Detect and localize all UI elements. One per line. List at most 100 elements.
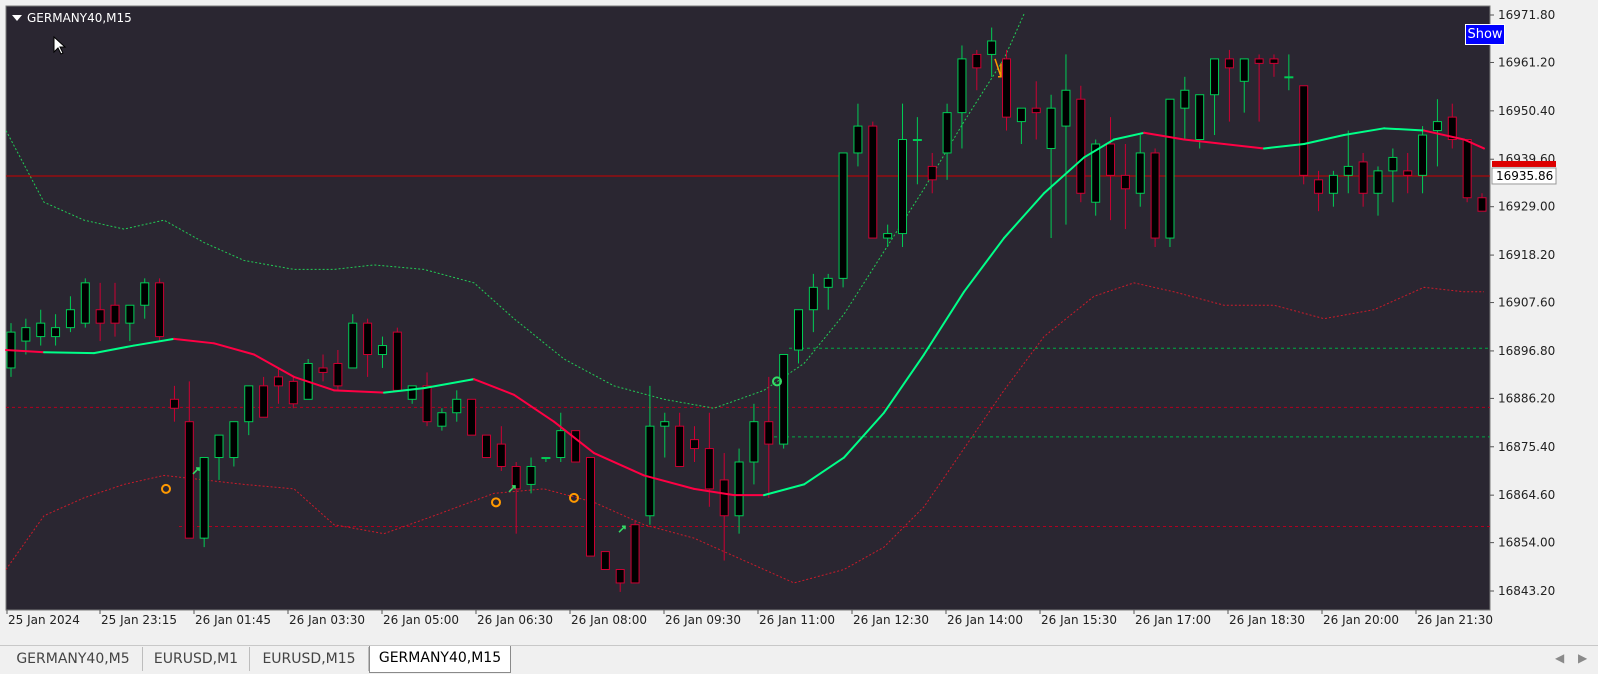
- y-axis-label: 16950.40: [1498, 104, 1555, 118]
- y-axis-label: 16907.60: [1498, 296, 1555, 310]
- x-axis-label: 26 Jan 05:00: [383, 613, 459, 627]
- candle-body: [214, 434, 224, 459]
- candle-body: [764, 421, 774, 445]
- candle-body: [630, 524, 640, 584]
- candle-body: [927, 165, 937, 181]
- y-axis-label: 16896.80: [1498, 344, 1555, 358]
- candle-body: [36, 322, 46, 338]
- tab-germany40-m15[interactable]: GERMANY40,M15: [369, 646, 511, 673]
- candle-body: [1016, 107, 1026, 123]
- current-price-label: 16935.86: [1496, 169, 1553, 183]
- candle-body: [348, 322, 358, 369]
- x-axis-label: 26 Jan 09:30: [665, 613, 741, 627]
- candle-body: [1388, 156, 1398, 172]
- candle-body: [1106, 143, 1116, 176]
- candle-body: [1314, 179, 1324, 194]
- candle-body: [1165, 98, 1175, 239]
- candle-body: [585, 457, 595, 557]
- x-axis-label: 26 Jan 12:30: [853, 613, 929, 627]
- candle-body: [972, 53, 982, 69]
- candle-body: [1403, 170, 1413, 176]
- candle-body: [467, 398, 477, 436]
- symbol-title[interactable]: GERMANY40,M15: [12, 11, 132, 25]
- candle-body: [645, 425, 655, 517]
- candle-body: [244, 385, 254, 423]
- candle-body: [1343, 165, 1353, 176]
- candle-body: [1358, 161, 1368, 194]
- candle-body: [987, 40, 997, 55]
- candle-body: [689, 439, 699, 450]
- x-axis-label: 26 Jan 20:00: [1323, 613, 1399, 627]
- candle-body: [318, 367, 328, 373]
- candle-body: [794, 309, 804, 351]
- x-axis-label: 26 Jan 06:30: [477, 613, 553, 627]
- candle-body: [883, 233, 893, 239]
- candle-body: [422, 385, 432, 423]
- candle-body: [957, 58, 967, 114]
- candle-body: [1477, 197, 1487, 212]
- candle-body: [734, 461, 744, 517]
- candle-body: [21, 327, 31, 342]
- candle-body: [942, 112, 952, 154]
- candle-body: [184, 421, 194, 539]
- candle-body: [1150, 152, 1160, 239]
- candle-body: [541, 457, 551, 460]
- candle-body: [51, 327, 61, 338]
- candle-body: [333, 362, 343, 387]
- y-axis-label: 16864.60: [1498, 488, 1555, 502]
- candle-body: [1418, 134, 1428, 176]
- tab-germany40-m5[interactable]: GERMANY40,M5: [4, 647, 143, 671]
- y-axis-label: 16854.00: [1498, 536, 1555, 550]
- collapse-triangle-icon[interactable]: [12, 15, 22, 21]
- candle-body: [1299, 85, 1309, 176]
- candle-body: [169, 398, 179, 409]
- tab-eurusd-m1[interactable]: EURUSD,M1: [143, 647, 250, 671]
- candle-body: [1046, 107, 1056, 149]
- candle-body: [1373, 170, 1383, 194]
- candle-body: [808, 286, 818, 311]
- price-chart[interactable]: 16971.8016961.2016950.4016939.6016929.00…: [4, 4, 1594, 640]
- x-axis-label: 26 Jan 18:30: [1229, 613, 1305, 627]
- candle-body: [140, 282, 150, 306]
- candle-body: [1195, 94, 1205, 141]
- candle-body: [675, 425, 685, 467]
- candle-body: [1284, 76, 1294, 79]
- y-axis-label: 16971.80: [1498, 8, 1555, 22]
- candle-body: [437, 412, 447, 427]
- candle-body: [868, 125, 878, 239]
- candle-body: [719, 479, 729, 517]
- chart-window[interactable]: 16971.80 16961.20 16950.40 16939.60 16929.00…: [4, 4, 1594, 640]
- y-axis-label: 16929.00: [1498, 200, 1555, 214]
- candle-body: [80, 282, 90, 324]
- candle-body: [660, 421, 670, 427]
- candle-body: [615, 569, 625, 584]
- candle-body: [1076, 98, 1086, 194]
- candle-body: [912, 139, 922, 142]
- x-axis-label: 26 Jan 01:45: [195, 613, 271, 627]
- x-axis-label: 25 Jan 23:15: [101, 613, 177, 627]
- candle-body: [853, 125, 863, 154]
- candle-body: [407, 385, 417, 400]
- candle-body: [65, 309, 75, 329]
- candle-body: [1328, 174, 1338, 194]
- x-axis-label: 26 Jan 15:30: [1041, 613, 1117, 627]
- chart-tab-bar: GERMANY40,M5 EURUSD,M1 EURUSD,M15 GERMAN…: [0, 645, 1598, 674]
- plot-area: [5, 5, 1491, 611]
- scroll-left-icon[interactable]: ◀: [1555, 651, 1564, 665]
- candle-body: [1180, 89, 1190, 109]
- show-button[interactable]: Show: [1465, 24, 1505, 45]
- scroll-right-icon[interactable]: ▶: [1578, 651, 1587, 665]
- x-axis-label: 26 Jan 03:30: [289, 613, 365, 627]
- candle-body: [1061, 89, 1071, 127]
- candle-body: [273, 376, 283, 387]
- candle-body: [377, 345, 387, 356]
- candle-body: [1120, 174, 1130, 190]
- candle-body: [452, 398, 462, 414]
- candle-body: [526, 465, 536, 485]
- candle-body: [556, 430, 566, 459]
- candle-body: [496, 443, 506, 467]
- candle-body: [898, 139, 908, 235]
- tab-eurusd-m15[interactable]: EURUSD,M15: [250, 647, 369, 671]
- candle-body: [125, 304, 135, 324]
- candle-body: [1462, 139, 1472, 199]
